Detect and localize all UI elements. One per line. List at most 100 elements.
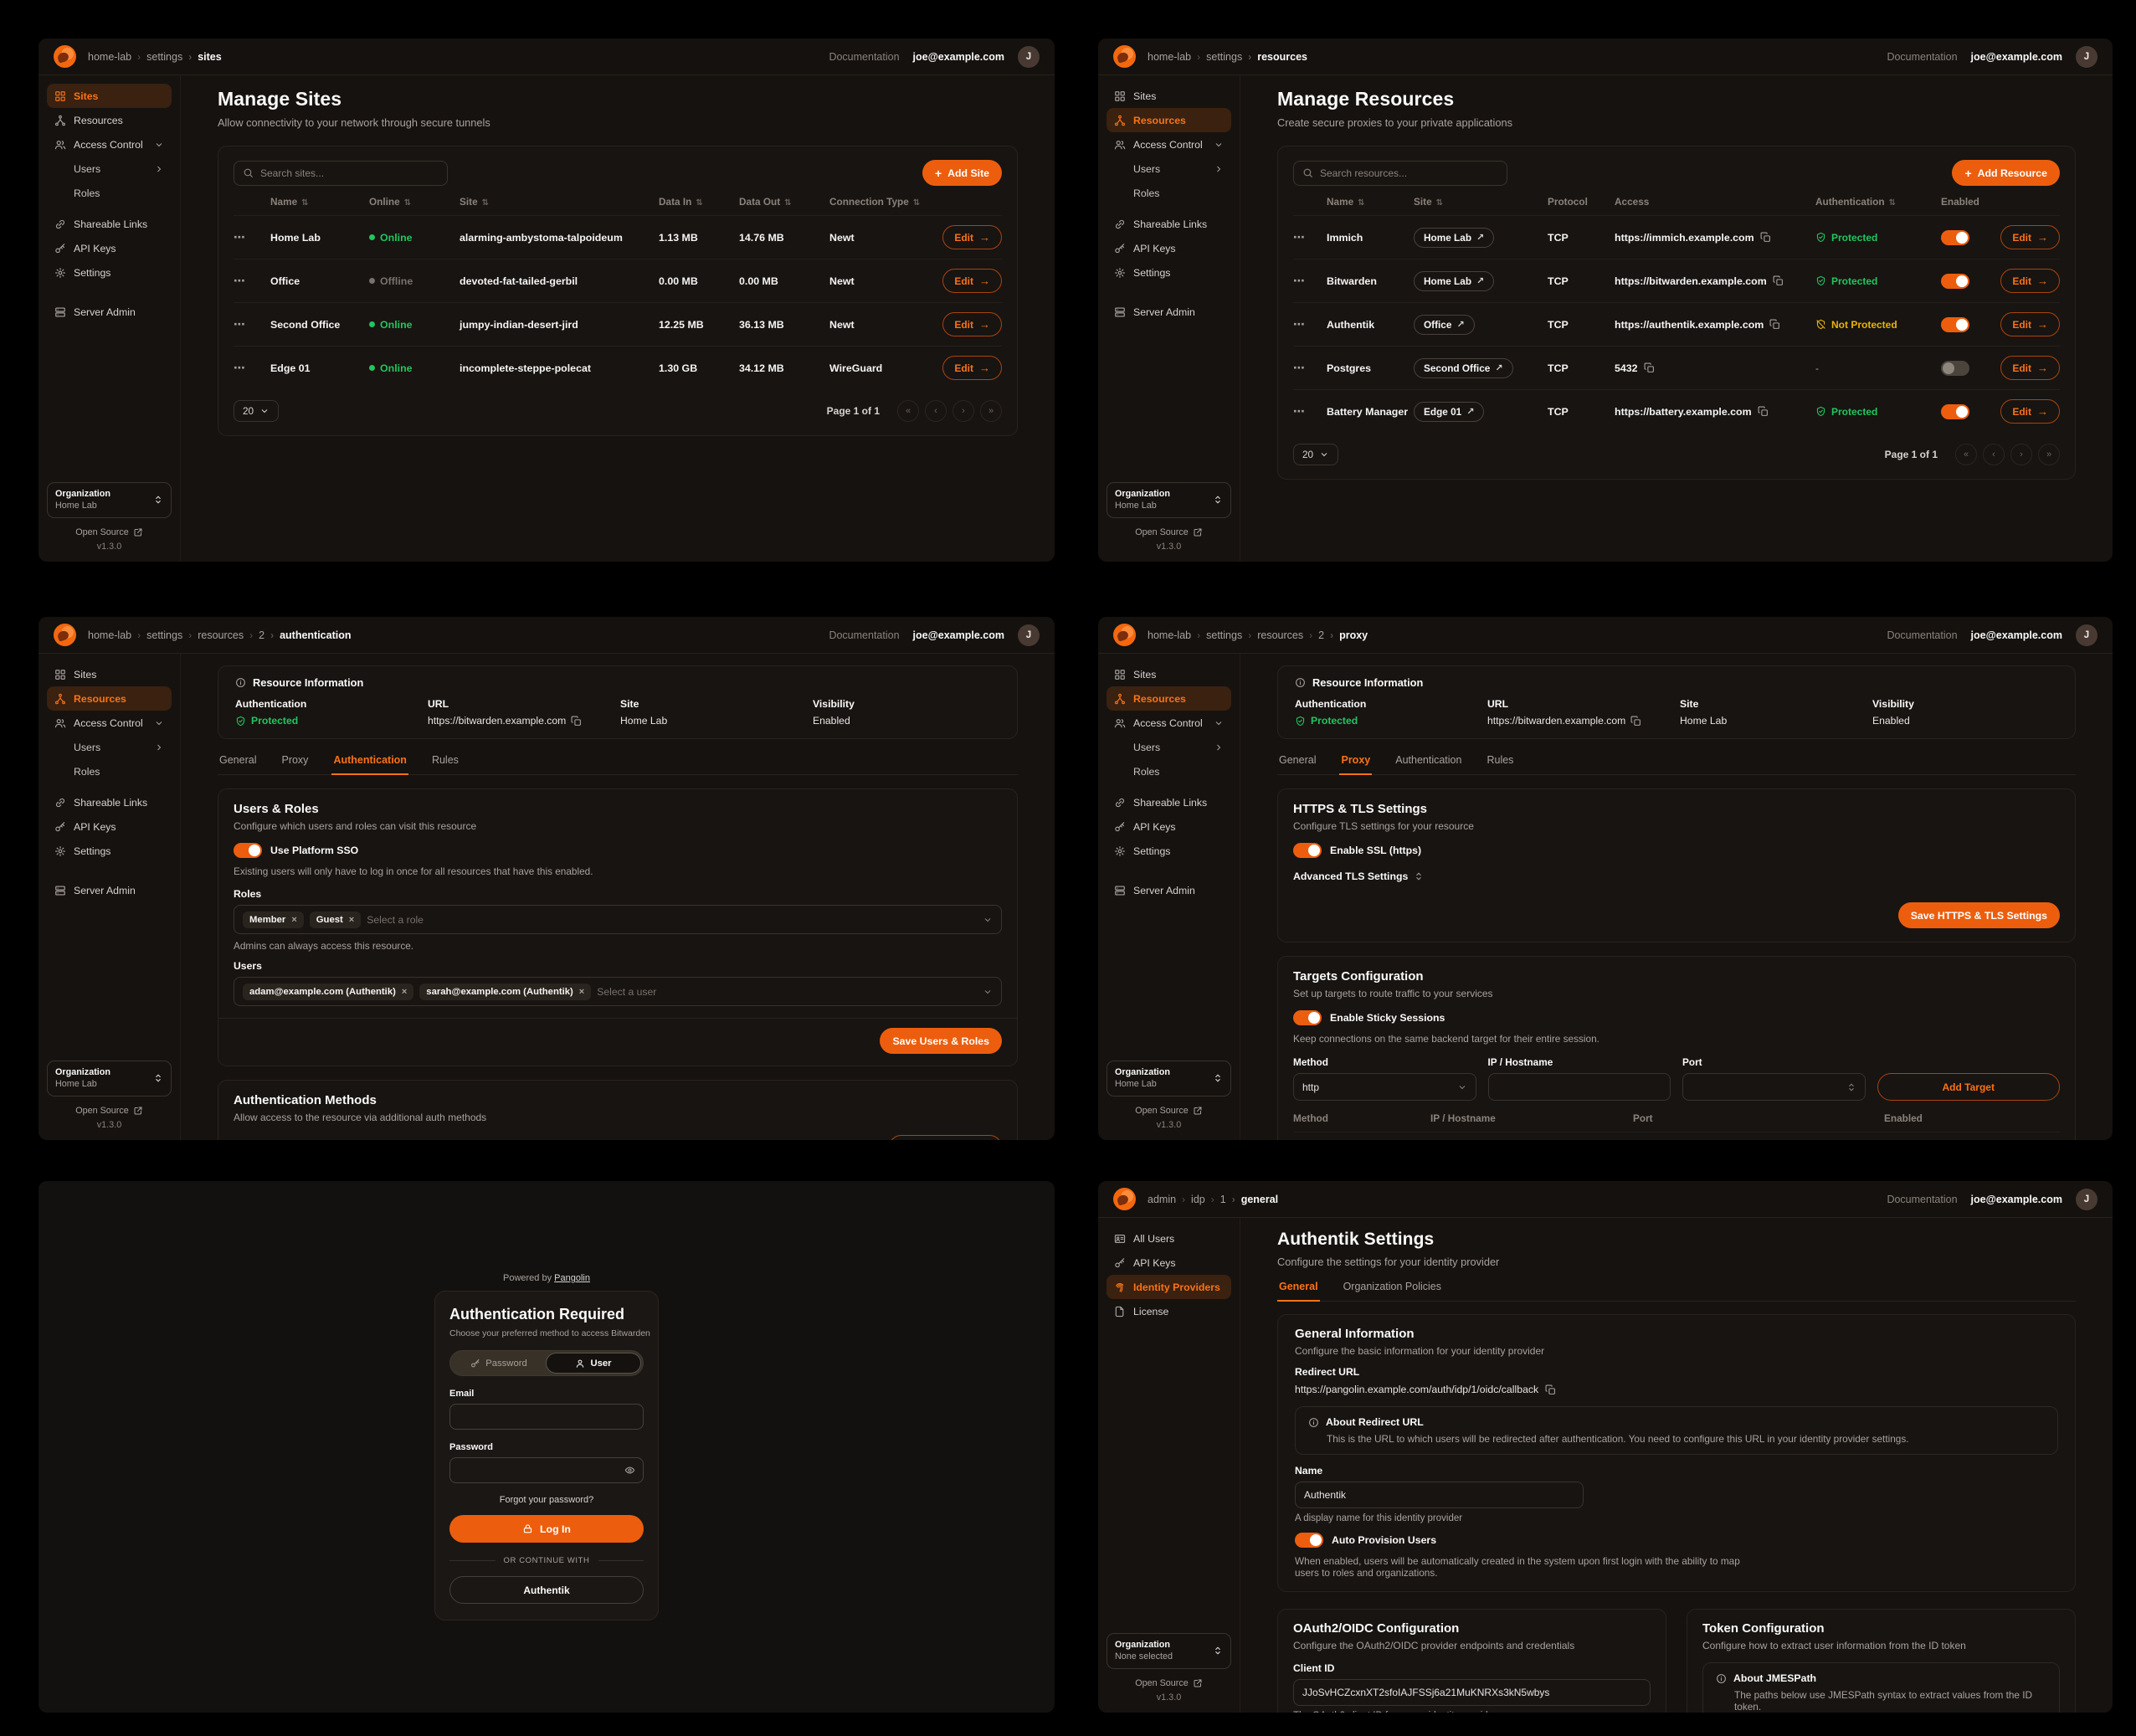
port-input[interactable] <box>1682 1073 1866 1101</box>
sidebar-item-identity-providers[interactable]: Identity Providers <box>1107 1275 1231 1299</box>
ip-input[interactable] <box>1488 1073 1671 1101</box>
add-resource-button[interactable]: Add Resource <box>1952 160 2060 186</box>
pangolin-logo[interactable] <box>54 624 76 646</box>
column-authentication[interactable]: Authentication <box>1815 196 1941 208</box>
documentation-link[interactable]: Documentation <box>1887 1194 1957 1205</box>
sidebar-item-access-control[interactable]: Access Control <box>1107 132 1231 157</box>
roles-select[interactable]: Member Guest Select a role <box>234 905 1002 934</box>
organization-selector[interactable]: OrganizationNone selected <box>1107 1633 1231 1669</box>
avatar[interactable]: J <box>1018 624 1040 646</box>
sidebar-item-settings[interactable]: Settings <box>1107 260 1231 285</box>
method-select[interactable]: http <box>1293 1073 1476 1101</box>
edit-button[interactable]: Edit <box>942 356 1002 380</box>
tab-proxy[interactable]: Proxy <box>1339 752 1372 775</box>
pangolin-logo[interactable] <box>1113 624 1136 646</box>
prev-page-button[interactable]: ‹ <box>925 400 947 422</box>
column-online[interactable]: Online <box>369 196 460 208</box>
login-button[interactable]: Log In <box>449 1515 644 1543</box>
breadcrumb-id[interactable]: 2 <box>1309 629 1324 641</box>
access-url[interactable]: https://battery.example.com <box>1615 406 1752 418</box>
sidebar-item-access-control[interactable]: Access Control <box>1107 711 1231 735</box>
tab-user[interactable]: User <box>546 1353 641 1374</box>
sidebar-item-server-admin[interactable]: Server Admin <box>1107 878 1231 902</box>
sidebar-item-settings[interactable]: Settings <box>47 260 172 285</box>
sidebar-item-all-users[interactable]: All Users <box>1107 1226 1231 1251</box>
edit-button[interactable]: Edit <box>2000 269 2060 293</box>
avatar[interactable]: J <box>2076 46 2097 68</box>
row-menu-icon[interactable]: ⋯ <box>1293 317 1327 331</box>
save-users-roles-button[interactable]: Save Users & Roles <box>880 1028 1002 1054</box>
pangolin-link[interactable]: Pangolin <box>554 1273 590 1283</box>
pangolin-logo[interactable] <box>54 45 76 68</box>
sidebar-item-server-admin[interactable]: Server Admin <box>47 878 172 902</box>
sidebar-item-api-keys[interactable]: API Keys <box>47 236 172 260</box>
enable-ssl-toggle[interactable] <box>1293 843 1322 858</box>
user-email[interactable]: joe@example.com <box>1971 51 2062 63</box>
organization-selector[interactable]: OrganizationHome Lab <box>47 482 172 518</box>
sidebar-item-sites[interactable]: Sites <box>1107 662 1231 686</box>
access-url[interactable]: https://immich.example.com <box>1615 232 1754 244</box>
sidebar-item-server-admin[interactable]: Server Admin <box>1107 300 1231 324</box>
site-link[interactable]: Home Lab <box>1414 271 1494 291</box>
role-chip[interactable]: Member <box>243 912 304 928</box>
sticky-sessions-toggle[interactable] <box>1293 1010 1322 1025</box>
copy-icon[interactable] <box>1760 232 1771 243</box>
breadcrumb-org[interactable]: home-lab <box>1148 51 1191 63</box>
page-size-select[interactable]: 20 <box>234 400 279 422</box>
sidebar-item-access-control[interactable]: Access Control <box>47 132 172 157</box>
row-menu-icon[interactable]: ⋯ <box>1293 274 1327 288</box>
breadcrumb-settings[interactable]: settings <box>137 51 182 63</box>
sidebar-item-sites[interactable]: Sites <box>1107 84 1231 108</box>
organization-selector[interactable]: OrganizationHome Lab <box>1107 1061 1231 1097</box>
avatar[interactable]: J <box>1018 46 1040 68</box>
row-menu-icon[interactable]: ⋯ <box>234 317 270 331</box>
sidebar-item-shareable-links[interactable]: Shareable Links <box>1107 790 1231 814</box>
sidebar-item-api-keys[interactable]: API Keys <box>1107 814 1231 839</box>
sidebar-item-resources[interactable]: Resources <box>47 686 172 711</box>
enabled-toggle[interactable] <box>1941 230 1969 245</box>
copy-icon[interactable] <box>1758 406 1769 417</box>
breadcrumb-id[interactable]: 1 <box>1211 1194 1226 1205</box>
page-size-select[interactable]: 20 <box>1293 444 1338 465</box>
access-url[interactable]: https://authentik.example.com <box>1615 319 1764 331</box>
copy-icon[interactable] <box>1545 1384 1556 1395</box>
edit-button[interactable]: Edit <box>2000 312 2060 336</box>
copy-icon[interactable] <box>1769 319 1780 330</box>
sidebar-item-license[interactable]: License <box>1107 1299 1231 1323</box>
copy-icon[interactable] <box>1773 275 1784 286</box>
column-name[interactable]: Name <box>270 196 369 208</box>
breadcrumb-settings[interactable]: settings <box>1197 51 1242 63</box>
enabled-toggle[interactable] <box>1941 274 1969 289</box>
add-target-button[interactable]: Add Target <box>1877 1073 2061 1101</box>
sidebar-item-settings[interactable]: Settings <box>47 839 172 863</box>
tab-general[interactable]: General <box>1277 1279 1320 1302</box>
sidebar-item-api-keys[interactable]: API Keys <box>1107 236 1231 260</box>
open-source-link[interactable]: Open Source <box>1107 1678 1231 1688</box>
edit-button[interactable]: Edit <box>942 269 1002 293</box>
documentation-link[interactable]: Documentation <box>829 51 899 63</box>
breadcrumb-settings[interactable]: settings <box>1197 629 1242 641</box>
edit-button[interactable]: Edit <box>942 312 1002 336</box>
row-menu-icon[interactable]: ⋯ <box>1293 361 1327 375</box>
sidebar-item-sites[interactable]: Sites <box>47 84 172 108</box>
user-email[interactable]: joe@example.com <box>913 629 1004 641</box>
role-chip[interactable]: Guest <box>310 912 361 928</box>
breadcrumb-org[interactable]: home-lab <box>1148 629 1191 641</box>
site-link[interactable]: Edge 01 <box>1414 402 1484 422</box>
access-url[interactable]: https://bitwarden.example.com <box>1615 275 1767 287</box>
email-field[interactable] <box>458 1411 635 1423</box>
avatar[interactable]: J <box>2076 1189 2097 1210</box>
advanced-tls-settings[interactable]: Advanced TLS Settings <box>1293 871 2060 882</box>
edit-button[interactable]: Edit <box>2000 356 2060 380</box>
site-link[interactable]: Office <box>1414 315 1475 335</box>
user-chip[interactable]: sarah@example.com (Authentik) <box>419 984 591 1000</box>
sidebar-item-sites[interactable]: Sites <box>47 662 172 686</box>
tab-authentication[interactable]: Authentication <box>331 752 408 775</box>
enabled-toggle[interactable] <box>1941 404 1969 419</box>
first-page-button[interactable]: « <box>897 400 919 422</box>
column-site[interactable]: Site <box>1414 196 1548 208</box>
name-input[interactable] <box>1304 1489 1574 1501</box>
sidebar-item-users[interactable]: Users <box>1107 735 1231 759</box>
auto-provision-toggle[interactable] <box>1295 1533 1323 1548</box>
sidebar-item-users[interactable]: Users <box>1107 157 1231 181</box>
